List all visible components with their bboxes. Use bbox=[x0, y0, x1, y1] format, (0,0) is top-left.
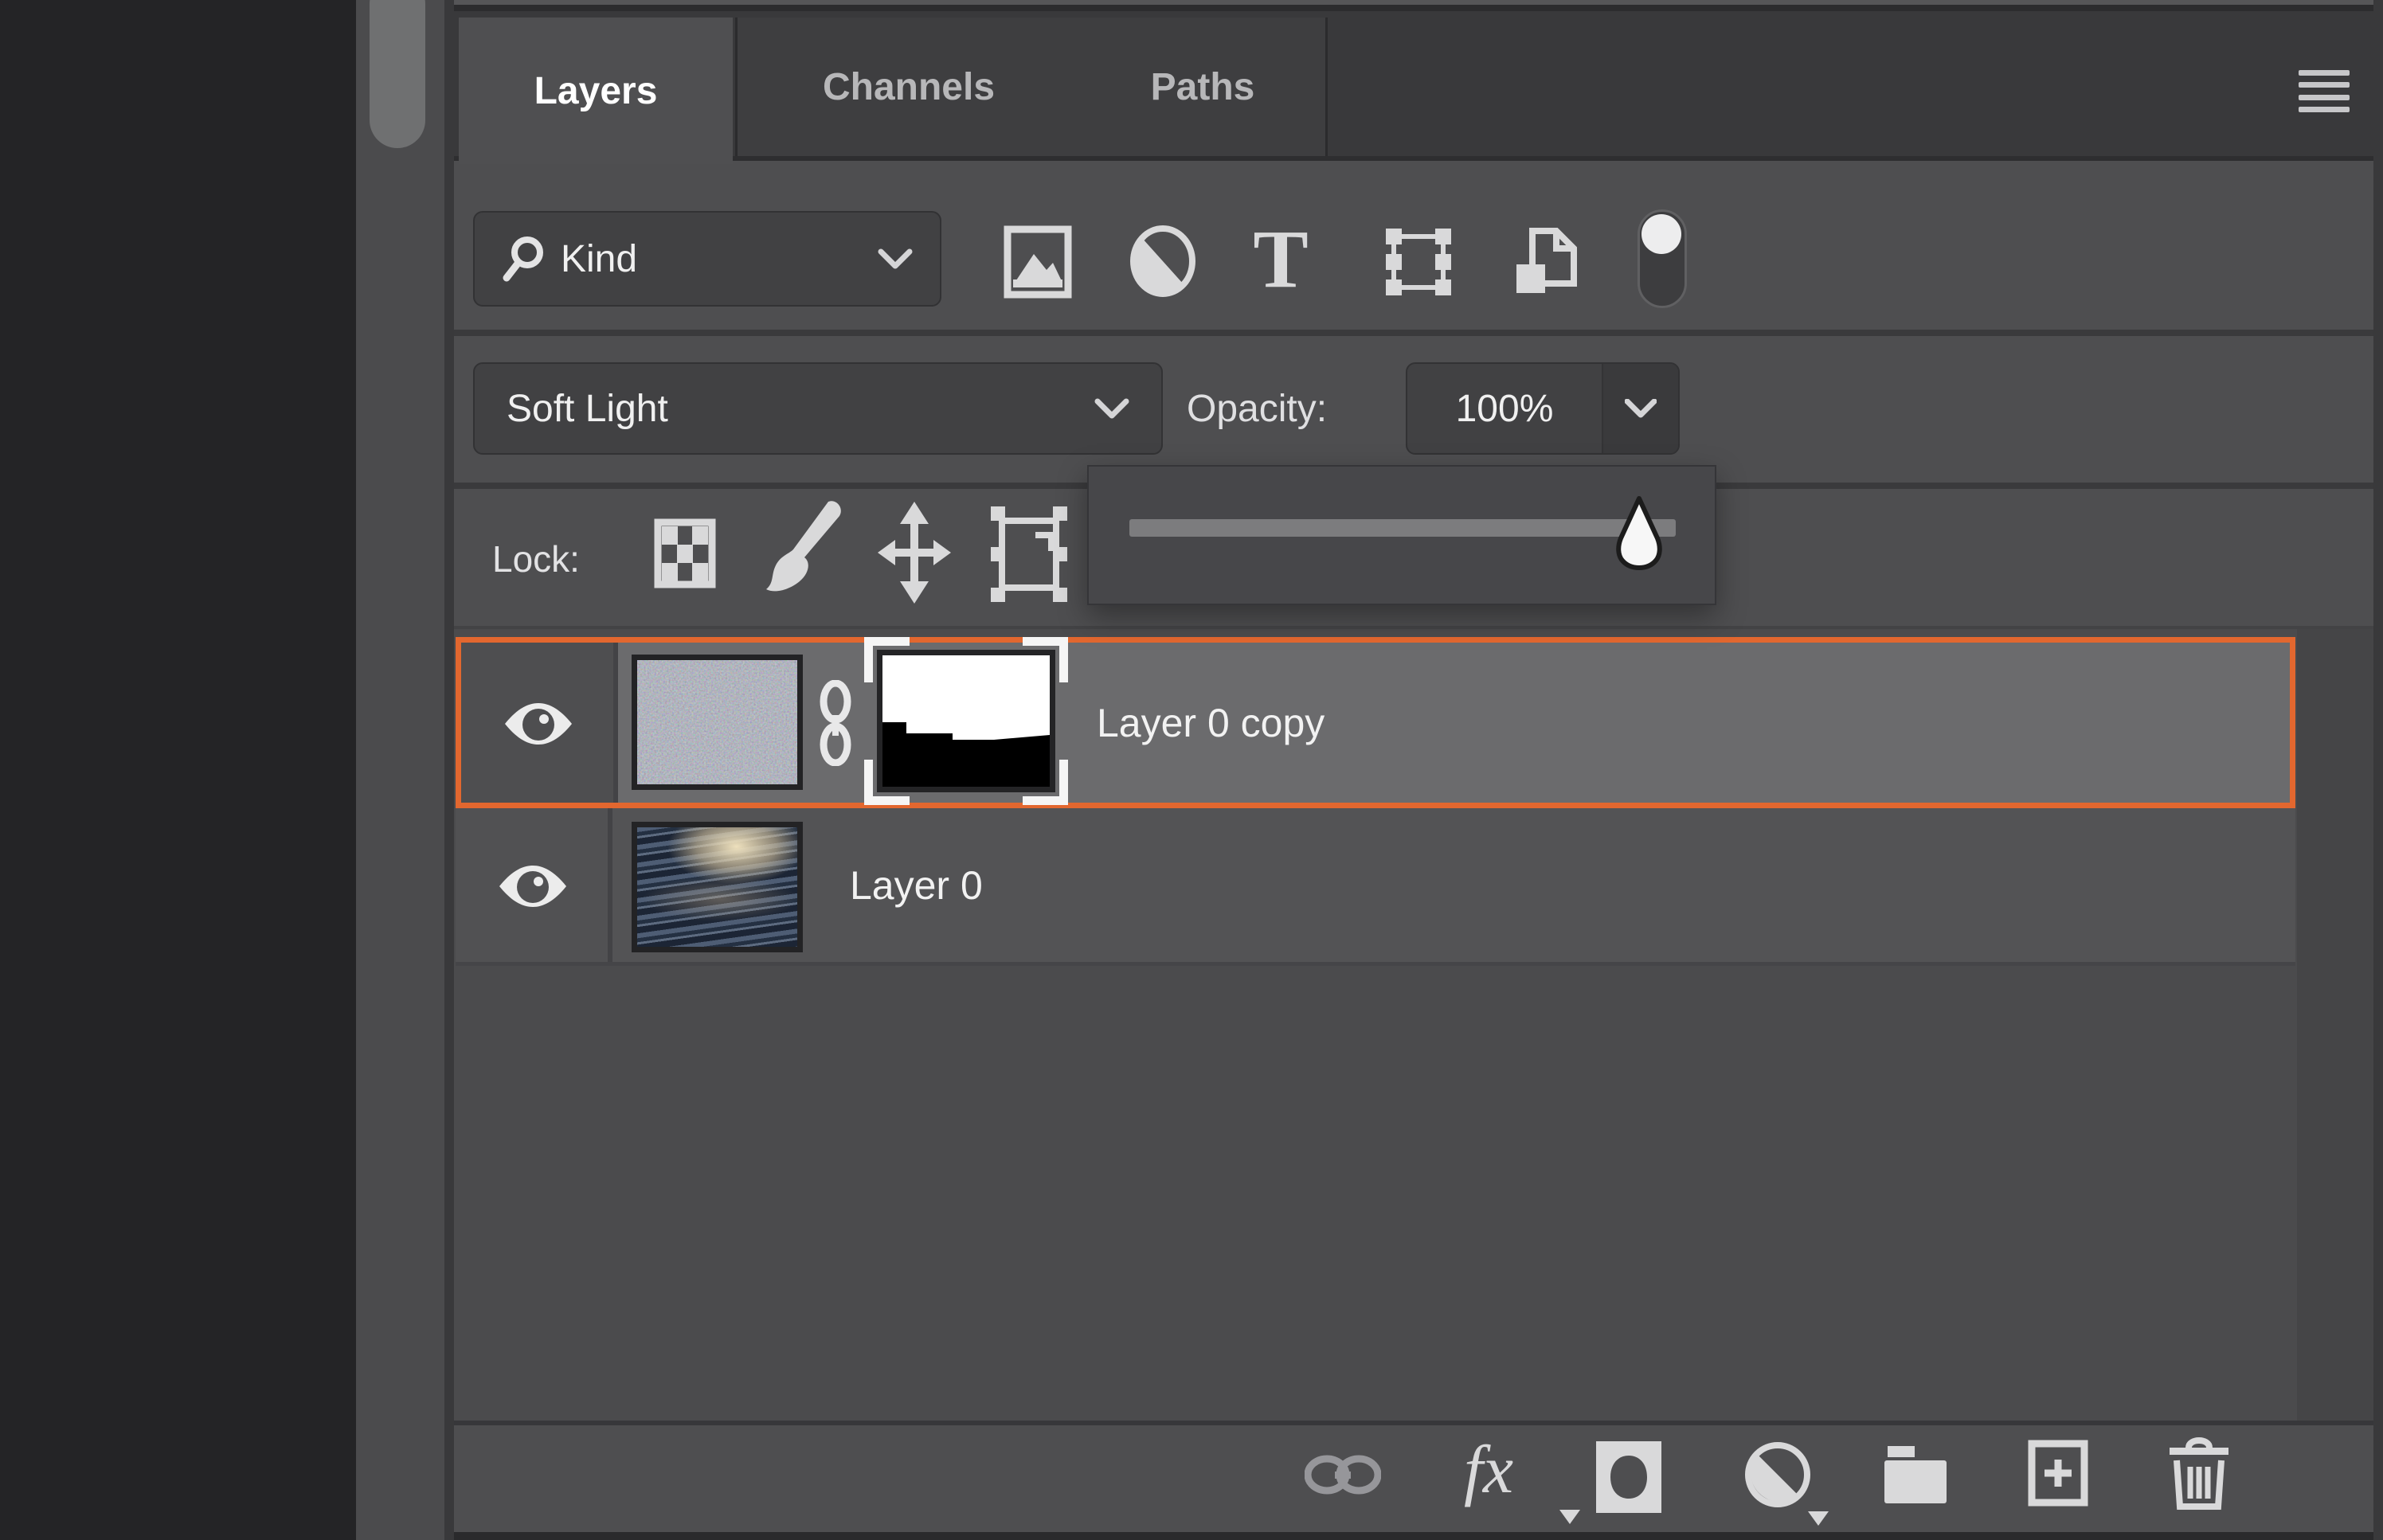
add-layer-mask-icon[interactable] bbox=[1593, 1440, 1665, 1515]
visibility-cell[interactable] bbox=[456, 808, 612, 962]
layer-styles-menu-triangle bbox=[1559, 1510, 1580, 1524]
kind-filter-label: Kind bbox=[561, 237, 637, 281]
opacity-slider-track[interactable] bbox=[1129, 519, 1676, 537]
delete-layer-icon[interactable] bbox=[2166, 1436, 2232, 1510]
search-icon bbox=[502, 235, 546, 283]
opacity-dropdown-button[interactable] bbox=[1602, 364, 1678, 453]
document-canvas-area bbox=[0, 0, 356, 1540]
blend-mode-dropdown[interactable]: Soft Light bbox=[473, 362, 1163, 455]
scrollbar-thumb[interactable] bbox=[370, 0, 425, 148]
lock-transparent-pixels-icon[interactable] bbox=[652, 518, 718, 589]
panel-top-border bbox=[454, 5, 2383, 11]
chevron-down-icon bbox=[1094, 398, 1129, 419]
layer-list-right-gutter bbox=[2297, 629, 2373, 1421]
filter-toggle-switch[interactable] bbox=[1638, 209, 1687, 308]
toggle-knob bbox=[1641, 214, 1681, 254]
panel-left-border bbox=[444, 0, 454, 1540]
chevron-down-icon bbox=[1625, 399, 1657, 418]
tab-channels[interactable]: Channels bbox=[735, 18, 1082, 156]
opacity-value[interactable]: 100% bbox=[1407, 387, 1602, 431]
layer-name[interactable]: Layer 0 copy bbox=[1097, 643, 1325, 803]
layer-thumbnail[interactable] bbox=[632, 655, 803, 790]
type-layers-filter-icon[interactable]: T bbox=[1247, 220, 1314, 303]
mask-selection-bracket bbox=[1023, 760, 1068, 805]
layer-row[interactable]: Layer 0 bbox=[456, 808, 2295, 966]
panel-right-border bbox=[2373, 0, 2383, 1540]
new-adjustment-layer-icon[interactable] bbox=[1744, 1441, 1811, 1508]
new-group-icon[interactable] bbox=[1881, 1444, 1950, 1505]
eye-icon[interactable] bbox=[498, 866, 568, 907]
photoshop-layers-panel-screenshot: Layers Channels Paths Kind bbox=[0, 0, 2383, 1540]
filter-row-border bbox=[454, 330, 2383, 336]
new-layer-icon[interactable] bbox=[2027, 1440, 2089, 1507]
opacity-slider-handle[interactable] bbox=[1608, 495, 1670, 570]
kind-filter-dropdown[interactable]: Kind bbox=[473, 211, 941, 307]
lock-position-icon[interactable] bbox=[878, 502, 951, 604]
scrollbar-gutter bbox=[356, 0, 444, 1540]
smart-objects-filter-icon[interactable] bbox=[1515, 228, 1577, 296]
tab-layers[interactable]: Layers bbox=[459, 18, 733, 164]
link-layers-icon[interactable] bbox=[1305, 1452, 1381, 1497]
layer-row-selected[interactable]: Layer 0 copy bbox=[456, 637, 2295, 808]
panel-bottom-border bbox=[454, 1532, 2383, 1540]
noise-texture bbox=[637, 660, 797, 784]
lock-image-pixels-icon[interactable] bbox=[760, 500, 844, 602]
shape-layers-filter-icon[interactable] bbox=[1384, 225, 1453, 299]
opacity-label: Opacity: bbox=[1187, 362, 1327, 455]
blend-mode-value: Soft Light bbox=[507, 387, 668, 431]
adjustment-menu-triangle bbox=[1808, 1511, 1829, 1526]
pixel-layers-filter-icon[interactable] bbox=[1004, 225, 1072, 299]
chevron-down-icon bbox=[878, 248, 913, 269]
layer-styles-button[interactable]: fx bbox=[1464, 1435, 1513, 1503]
layer-mask-thumbnail[interactable] bbox=[877, 650, 1055, 792]
visibility-cell[interactable] bbox=[461, 643, 618, 803]
layer-thumbnail[interactable] bbox=[632, 822, 803, 952]
adjustment-layers-filter-icon[interactable] bbox=[1128, 224, 1198, 299]
opacity-control[interactable]: 100% bbox=[1406, 362, 1680, 455]
layers-panel: Layers Channels Paths Kind bbox=[454, 0, 2383, 1540]
eye-icon[interactable] bbox=[503, 703, 573, 745]
lock-artboard-nesting-icon[interactable] bbox=[989, 505, 1069, 604]
bottom-toolbar: fx bbox=[454, 1421, 2383, 1537]
opacity-slider-popup bbox=[1087, 465, 1716, 605]
svg-text:T: T bbox=[1253, 220, 1308, 303]
mask-selection-bracket bbox=[864, 637, 910, 682]
tab-paths[interactable]: Paths bbox=[1080, 18, 1328, 156]
lock-label: Lock: bbox=[492, 489, 580, 629]
mask-selection-bracket bbox=[864, 760, 910, 805]
mask-link-icon[interactable] bbox=[817, 680, 854, 766]
mask-selection-bracket bbox=[1023, 637, 1068, 682]
layer-name[interactable]: Layer 0 bbox=[850, 808, 983, 962]
panel-menu-icon[interactable] bbox=[2299, 70, 2350, 112]
